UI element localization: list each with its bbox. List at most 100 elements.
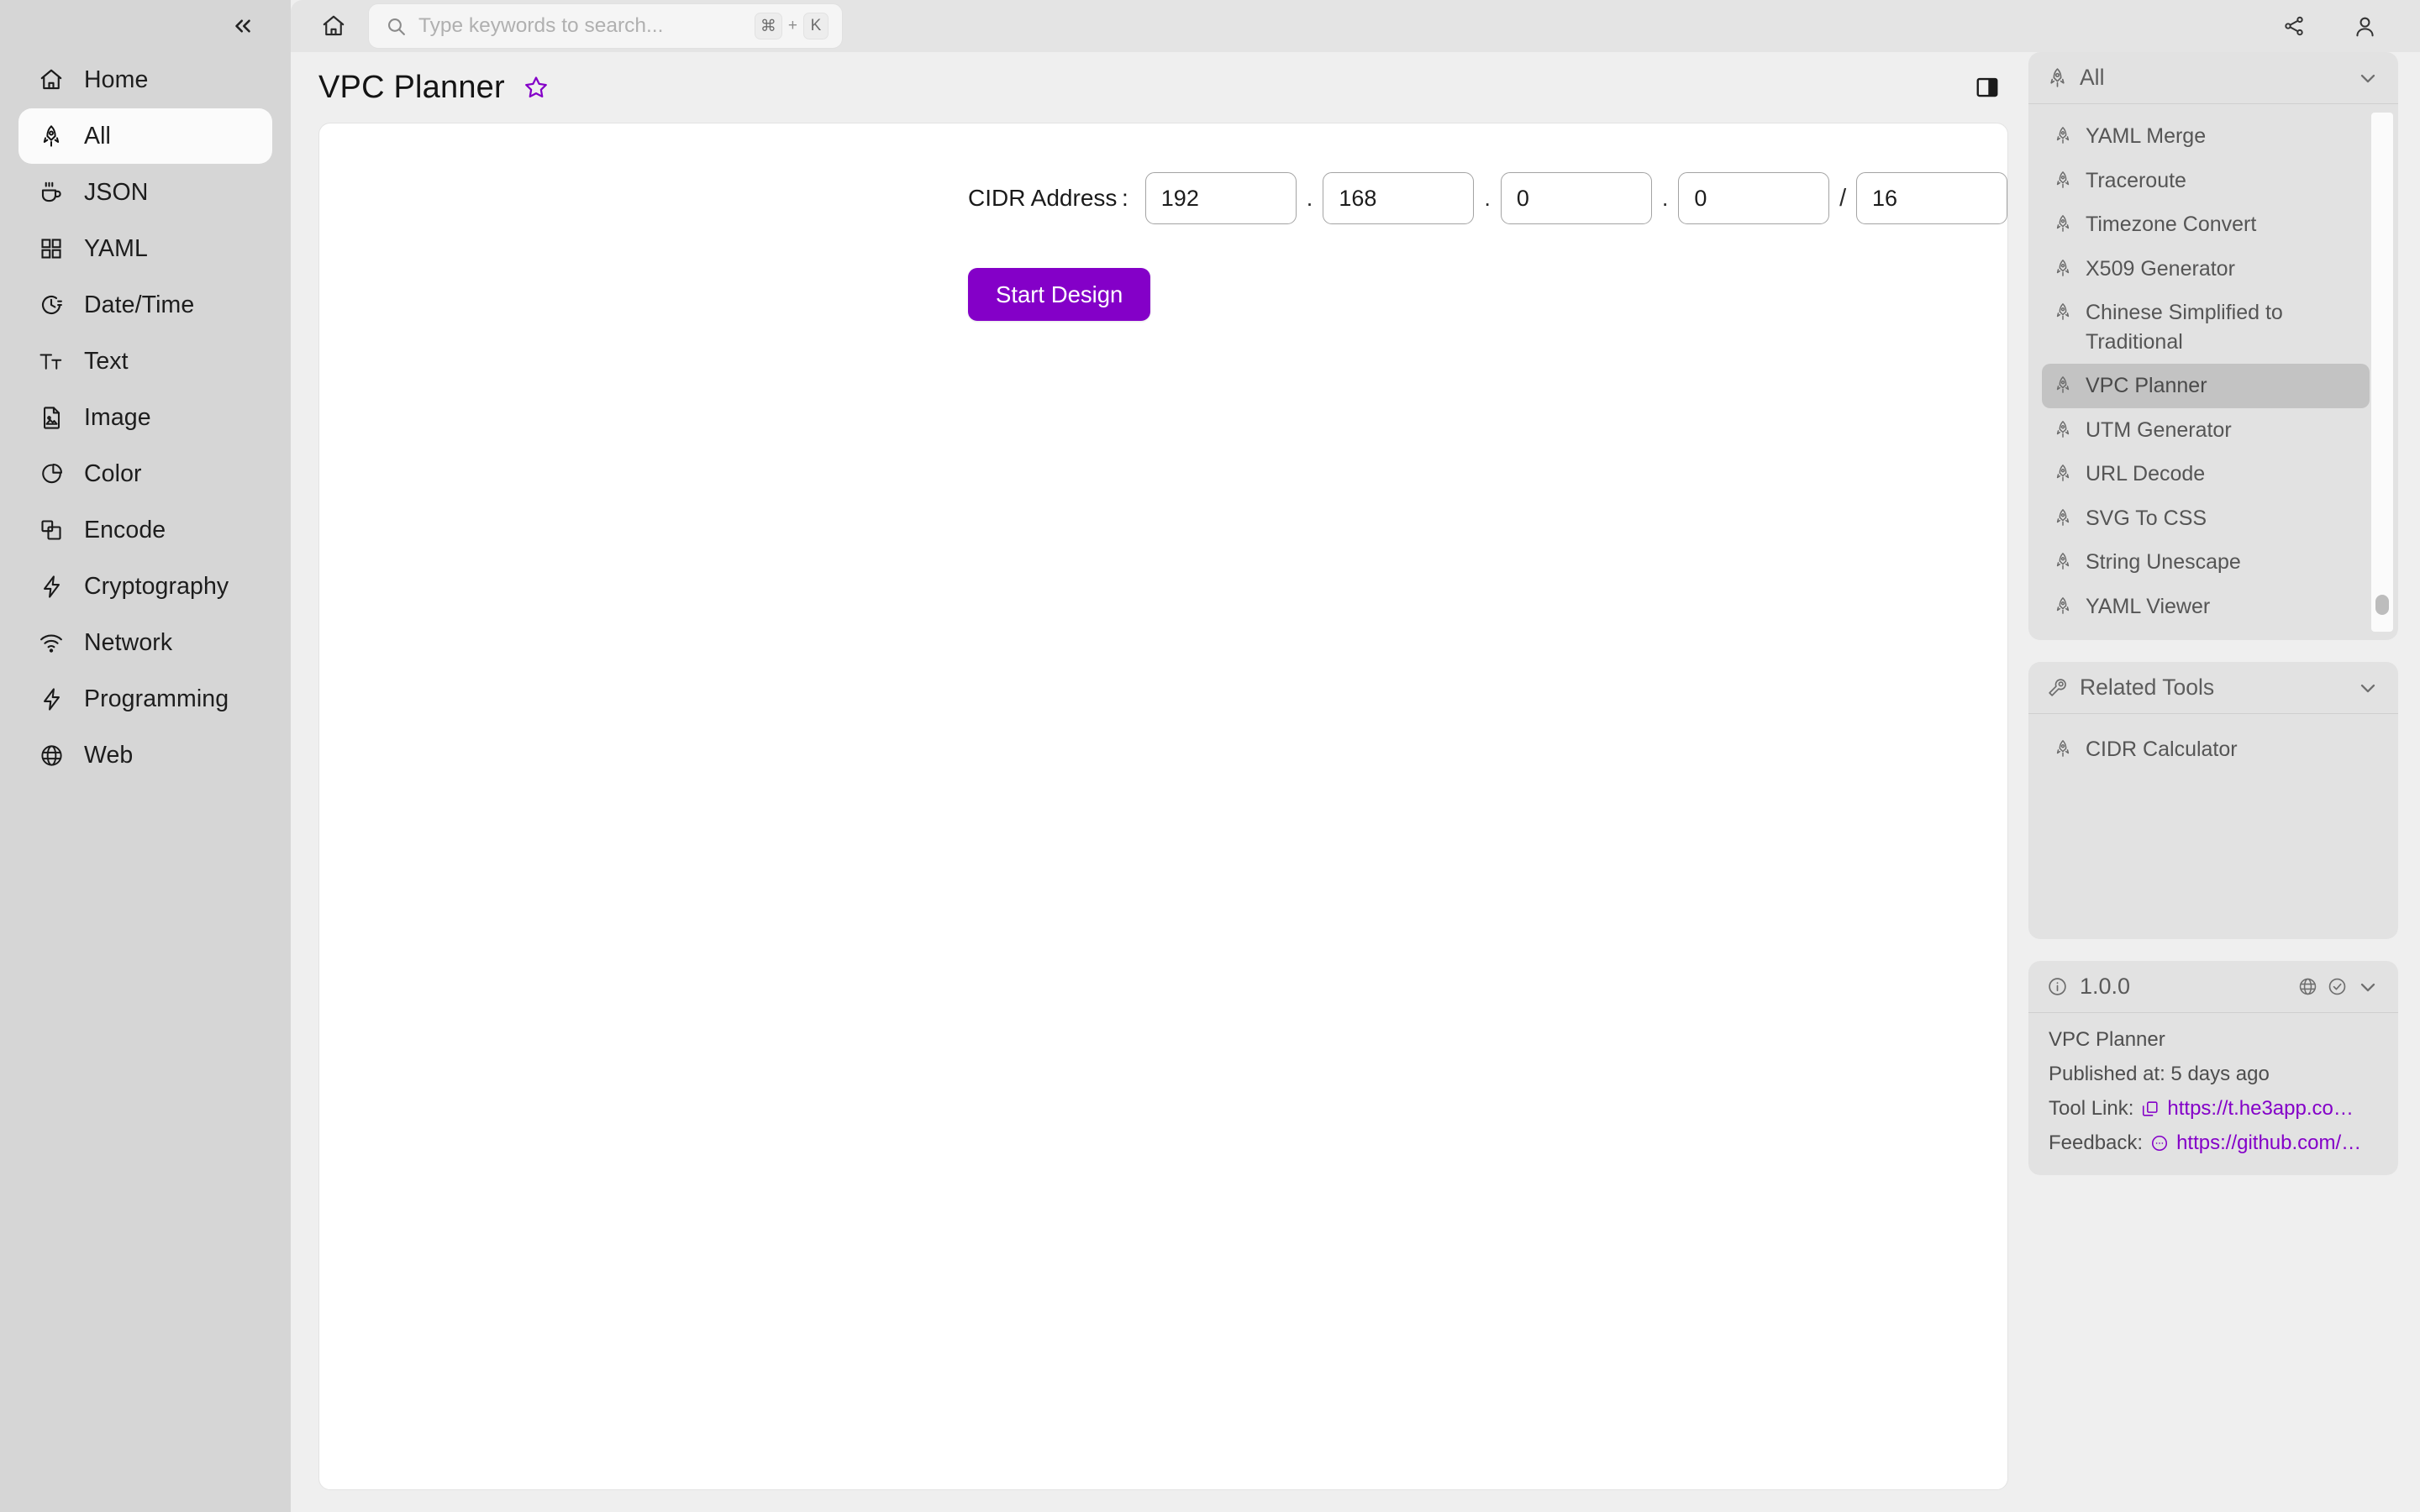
tool-info-actions	[2297, 975, 2380, 999]
list-item[interactable]: X509 Generator	[2042, 247, 2370, 291]
sidebar-item-encode[interactable]: Encode	[18, 502, 272, 558]
cidr-prefix-length[interactable]	[1855, 172, 2007, 224]
list-item[interactable]: UTM Generator	[2042, 408, 2370, 453]
chevrons-left-icon[interactable]	[224, 7, 262, 45]
list-item-vpc-planner[interactable]: VPC Planner	[2042, 364, 2370, 408]
cidr-octet-1[interactable]	[1144, 172, 1297, 224]
sidebar-nav: Home All JSON YAML Date/Time Text Image …	[0, 52, 291, 783]
sidebar-item-network[interactable]: Network	[18, 615, 272, 670]
home-icon[interactable]	[313, 6, 355, 46]
rocket-icon	[2054, 214, 2075, 233]
cidr-octet-4[interactable]	[1678, 172, 1830, 224]
page-header: VPC Planner	[291, 52, 2028, 123]
tool-info-body: VPC Planner Published at: 5 days ago Too…	[2028, 1013, 2398, 1175]
list-item[interactable]: Chinese Simplified to Traditional	[2042, 291, 2370, 364]
list-item-label: SVG To CSS	[2086, 506, 2207, 530]
rocket-icon	[2054, 552, 2075, 570]
search-shortcut-hint: ⌘ + K	[754, 13, 829, 39]
cidr-slash: /	[1839, 184, 1847, 212]
list-item-label: YAML Merge	[2086, 124, 2207, 148]
list-item[interactable]: Traceroute	[2042, 159, 2370, 203]
pie-chart-icon	[37, 459, 66, 488]
rocket-icon	[37, 122, 66, 150]
sidebar-item-programming[interactable]: Programming	[18, 671, 272, 727]
sidebar-item-label: Image	[84, 403, 151, 431]
list-item-cidr-calculator[interactable]: CIDR Calculator	[2042, 727, 2376, 772]
related-tools-panel-header[interactable]: Related Tools	[2028, 662, 2398, 714]
cidr-octet-2[interactable]	[1323, 172, 1475, 224]
grid-icon	[37, 234, 66, 263]
copy-icon[interactable]	[2141, 1100, 2160, 1118]
cidr-dot-3: .	[1661, 185, 1669, 211]
list-item[interactable]: YAML Viewer	[2042, 585, 2370, 629]
check-circle-icon[interactable]	[2327, 976, 2348, 997]
sidebar-item-all[interactable]: All	[18, 108, 272, 164]
tool-info-link-row: Tool Link: https://t.he3app.co…	[2049, 1097, 2378, 1121]
start-design-button[interactable]: Start Design	[968, 268, 1151, 321]
list-item-label: YAML Viewer	[2086, 594, 2211, 618]
rocket-icon	[2054, 508, 2075, 527]
all-tools-panel-title: All	[2080, 65, 2105, 90]
comment-icon[interactable]	[2150, 1134, 2169, 1152]
chevron-down-icon[interactable]	[2356, 975, 2380, 999]
all-tools-panel-header[interactable]: All	[2028, 52, 2398, 104]
share-icon[interactable]	[2275, 8, 2312, 45]
chevron-down-icon[interactable]	[2356, 66, 2380, 90]
layers-icon	[37, 516, 66, 544]
sidebar-item-label: Date/Time	[84, 291, 195, 318]
list-item[interactable]: Timezone Convert	[2042, 202, 2370, 247]
tool-link-label: Tool Link:	[2049, 1097, 2134, 1120]
tool-info-name-value: VPC Planner	[2049, 1028, 2165, 1051]
sidebar-item-json[interactable]: JSON	[18, 165, 272, 220]
sidebar-item-image[interactable]: Image	[18, 390, 272, 445]
clock-icon	[37, 291, 66, 319]
list-item-label: X509 Generator	[2086, 256, 2235, 281]
sidebar-item-web[interactable]: Web	[18, 727, 272, 783]
search-box[interactable]: ⌘ + K	[368, 3, 843, 49]
panel-right-icon[interactable]	[1970, 70, 2005, 105]
feedback-label: Feedback:	[2049, 1131, 2144, 1154]
rocket-icon	[2047, 67, 2068, 88]
cidr-octet-3[interactable]	[1500, 172, 1652, 224]
list-item[interactable]: URL Decode	[2042, 452, 2370, 496]
globe-icon[interactable]	[2297, 976, 2318, 997]
feedback-value[interactable]: https://github.com/…	[2176, 1131, 2361, 1155]
tool-info-panel-header[interactable]: 1.0.0	[2028, 961, 2398, 1013]
tool-list-scrollbar[interactable]	[2371, 113, 2393, 632]
rocket-icon	[2054, 596, 2075, 615]
sidebar-item-label: Cryptography	[84, 572, 229, 600]
sidebar-item-color[interactable]: Color	[18, 446, 272, 501]
text-size-icon	[37, 347, 66, 375]
list-item-label: Timezone Convert	[2086, 213, 2257, 236]
related-tools-panel-title: Related Tools	[2080, 675, 2215, 700]
chevron-down-icon[interactable]	[2356, 676, 2380, 700]
tool-version: 1.0.0	[2080, 974, 2131, 999]
user-icon[interactable]	[2346, 8, 2383, 45]
sidebar-item-text[interactable]: Text	[18, 333, 272, 389]
tool-list-scrollbar-thumb[interactable]	[2375, 595, 2389, 615]
related-tools-panel: Related Tools CIDR Calculator	[2028, 662, 2398, 939]
list-item[interactable]: SVG To CSS	[2042, 496, 2370, 541]
home-icon	[37, 66, 66, 94]
sidebar-item-label: Programming	[84, 685, 229, 712]
tool-info-published: Published at: 5 days ago	[2049, 1063, 2378, 1086]
rocket-icon	[2054, 171, 2075, 189]
sidebar-item-home[interactable]: Home	[18, 52, 272, 108]
bolt-icon	[37, 572, 66, 601]
tool-card: CIDR Address : . . . / Start Design	[318, 123, 2008, 1490]
star-outline-icon[interactable]	[520, 71, 552, 103]
main-content: VPC Planner CIDR Address: 192 . 168 . 0…	[291, 52, 2028, 1512]
sidebar-item-yaml[interactable]: YAML	[18, 221, 272, 276]
app-root: Home All JSON YAML Date/Time Text Image …	[0, 0, 2420, 1512]
sidebar-item-label: Text	[84, 347, 129, 375]
tool-info-published-value: Published at: 5 days ago	[2049, 1063, 2270, 1085]
rocket-icon	[2054, 126, 2075, 144]
search-input[interactable]	[418, 14, 743, 38]
list-item[interactable]: String Unescape	[2042, 540, 2370, 585]
list-item[interactable]: YAML Merge	[2042, 114, 2370, 159]
sidebar-item-label: All	[84, 122, 111, 150]
sidebar-item-datetime[interactable]: Date/Time	[18, 277, 272, 333]
tool-link-value[interactable]: https://t.he3app.co…	[2167, 1097, 2353, 1121]
cidr-dot-2: .	[1484, 185, 1491, 211]
sidebar-item-cryptography[interactable]: Cryptography	[18, 559, 272, 614]
